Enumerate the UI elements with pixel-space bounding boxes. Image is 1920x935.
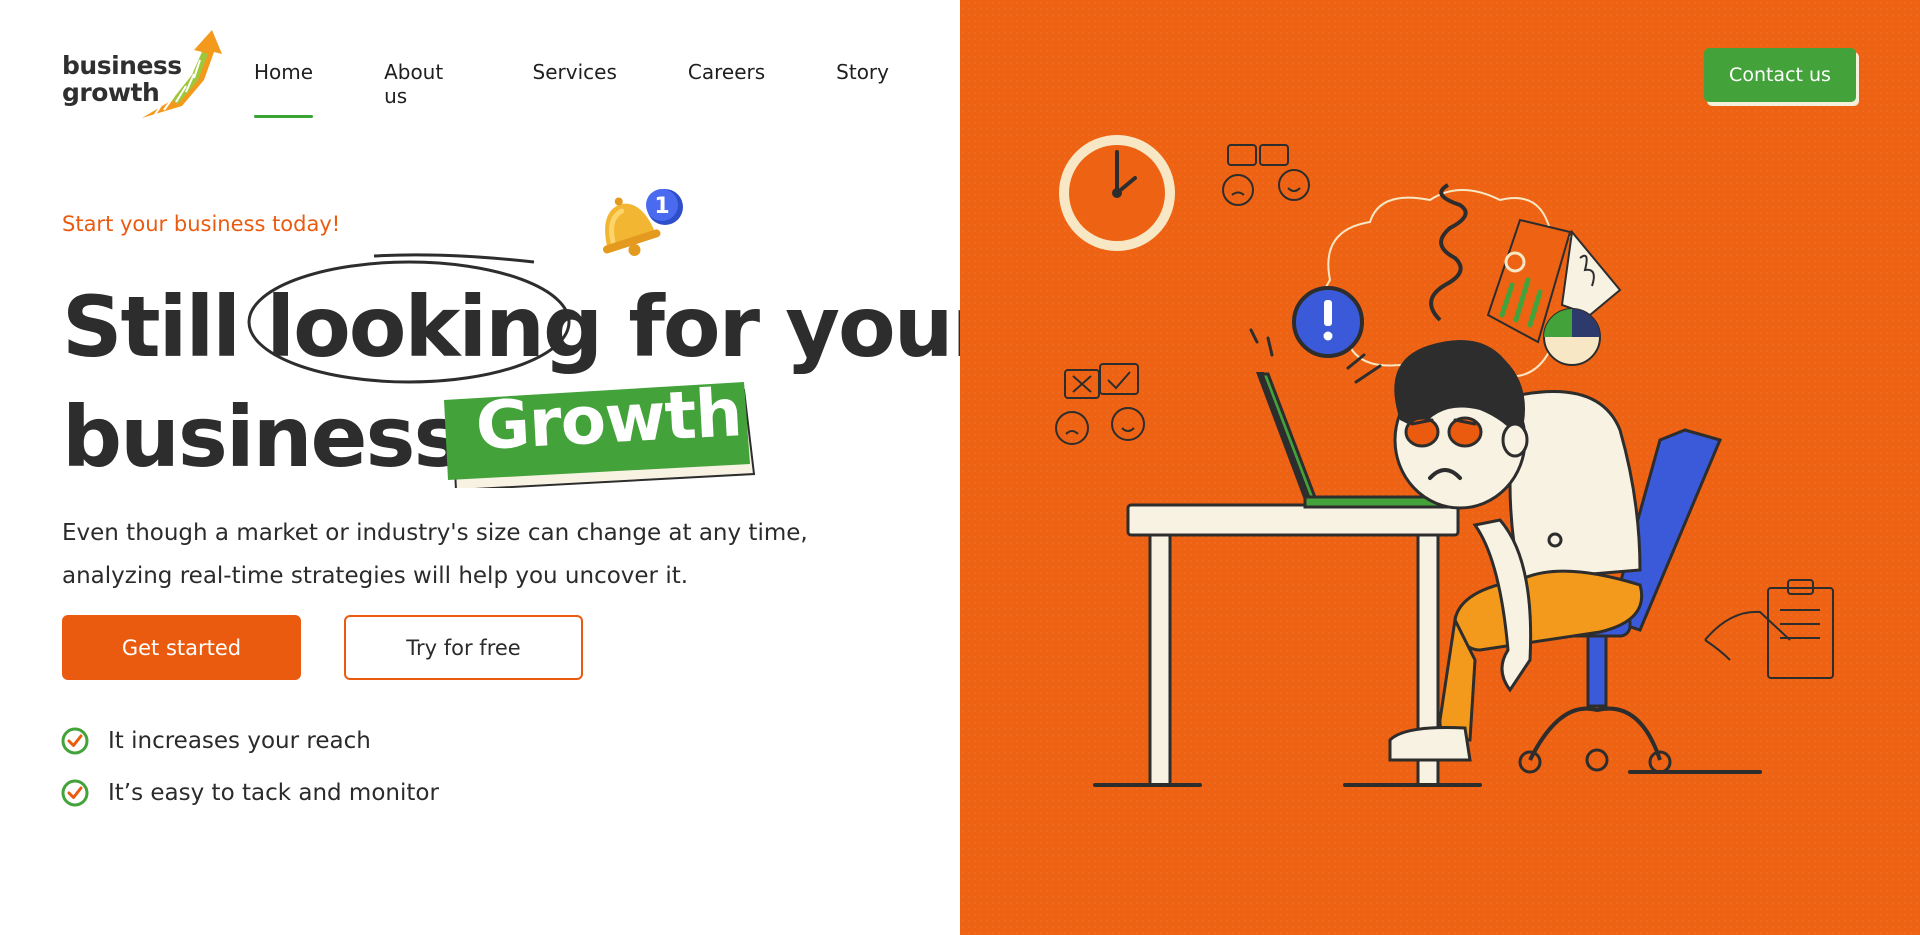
headline-line-1: Still looking for your	[62, 253, 993, 384]
main-nav: Home About us Services Careers Story	[254, 60, 960, 118]
hero-left-panel: business growth Home About us Services C…	[0, 0, 993, 935]
feedback-faces-icon	[1055, 363, 1145, 445]
feature-label: It increases your reach	[108, 728, 371, 754]
logo-arrow-icon	[142, 30, 222, 118]
headline-looking-circled: looking	[247, 253, 603, 384]
feature-item-reach: It increases your reach	[60, 726, 371, 756]
stress-squiggle	[1429, 183, 1468, 322]
exclamation-icon	[1292, 286, 1364, 358]
bell-icon: 1	[602, 189, 683, 256]
get-started-button[interactable]: Get started	[62, 615, 301, 680]
feedback-bubbles-icon	[1222, 144, 1310, 206]
stressed-worker-illustration	[1055, 135, 1834, 787]
headline-growth: Growth	[473, 374, 744, 465]
notification-count: 1	[654, 194, 669, 219]
feature-item-monitor: It’s easy to tack and monitor	[60, 778, 439, 808]
nav-item-home[interactable]: Home	[254, 60, 314, 118]
nav-item-careers[interactable]: Careers	[688, 60, 765, 118]
check-circle-icon	[61, 779, 89, 807]
feature-label: It’s easy to tack and monitor	[108, 780, 439, 806]
headline-for-your: for your	[628, 278, 993, 376]
description-line-1: Even though a market or industry's size …	[62, 520, 808, 546]
contact-us-button[interactable]: Contact us	[1704, 48, 1856, 102]
headline-looking: looking	[266, 278, 603, 376]
headline-business: business	[62, 388, 463, 486]
description-line-2: analyzing real-time strategies will help…	[62, 563, 689, 589]
headline-still: Still	[62, 278, 241, 376]
nav-item-about-us[interactable]: About us	[384, 60, 461, 118]
brand-logo[interactable]: business growth	[62, 30, 222, 120]
try-for-free-button[interactable]: Try for free	[344, 615, 583, 680]
hero-description: Even though a market or industry's size …	[62, 512, 822, 598]
nav-item-story[interactable]: Story	[836, 60, 889, 118]
clipboard-icon	[1704, 579, 1834, 679]
check-circle-icon	[61, 727, 89, 755]
hero-eyebrow: Start your business today!	[62, 212, 341, 236]
clock-icon	[1059, 135, 1175, 251]
nav-item-services[interactable]: Services	[533, 60, 617, 118]
